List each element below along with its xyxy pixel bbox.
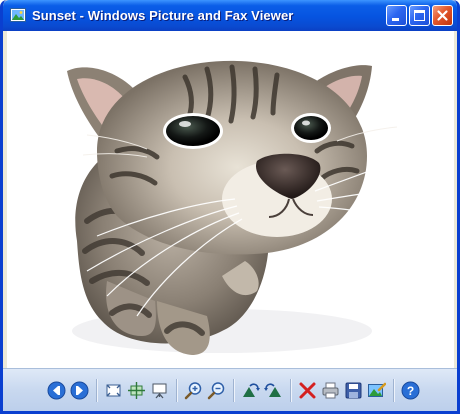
zoom-in-button[interactable] [184, 381, 203, 400]
help-icon: ? [401, 381, 420, 400]
actual-size-icon [128, 382, 145, 399]
viewer-toolbar: ? [3, 368, 457, 411]
next-image-icon [70, 381, 89, 400]
toolbar-separator [96, 379, 97, 402]
toolbar-separator [233, 379, 234, 402]
svg-text:?: ? [407, 384, 414, 398]
print-button[interactable] [321, 381, 340, 400]
save-icon [345, 382, 362, 399]
window-title: Sunset - Windows Picture and Fax Viewer [32, 8, 294, 23]
close-icon [437, 10, 448, 21]
zoom-out-icon [207, 382, 225, 400]
toolbar-separator [393, 379, 394, 402]
delete-button[interactable] [298, 381, 317, 400]
slide-show-button[interactable] [150, 381, 169, 400]
previous-image-icon [47, 381, 66, 400]
best-fit-button[interactable] [104, 381, 123, 400]
toolbar-separator [290, 379, 291, 402]
help-button[interactable]: ? [401, 381, 420, 400]
kitten-photo [7, 31, 454, 368]
close-button[interactable] [432, 5, 453, 26]
rotate-counterclockwise-icon [264, 383, 281, 397]
maximize-icon [414, 10, 425, 21]
next-image-button[interactable] [70, 381, 89, 400]
toolbar-separator [176, 379, 177, 402]
picture-viewer-window: Sunset - Windows Picture and Fax Viewer [0, 0, 460, 414]
rotate-clockwise-button[interactable] [241, 381, 260, 400]
title-bar[interactable]: Sunset - Windows Picture and Fax Viewer [3, 0, 457, 31]
delete-icon [299, 382, 316, 399]
rotate-counterclockwise-button[interactable] [264, 381, 283, 400]
copy-to-button[interactable] [344, 381, 363, 400]
image-view-area [7, 31, 454, 368]
minimize-button[interactable] [386, 5, 407, 26]
actual-size-button[interactable] [127, 381, 146, 400]
rotate-clockwise-icon [243, 383, 260, 397]
print-icon [322, 382, 339, 399]
maximize-button[interactable] [409, 5, 430, 26]
slide-show-icon [152, 383, 167, 399]
zoom-in-icon [184, 382, 202, 400]
previous-image-button[interactable] [47, 381, 66, 400]
zoom-out-button[interactable] [207, 381, 226, 400]
edit-image-icon [368, 382, 386, 397]
app-icon [10, 8, 26, 22]
minimize-icon [392, 18, 399, 21]
open-for-editing-button[interactable] [367, 381, 386, 400]
best-fit-icon [106, 384, 121, 397]
